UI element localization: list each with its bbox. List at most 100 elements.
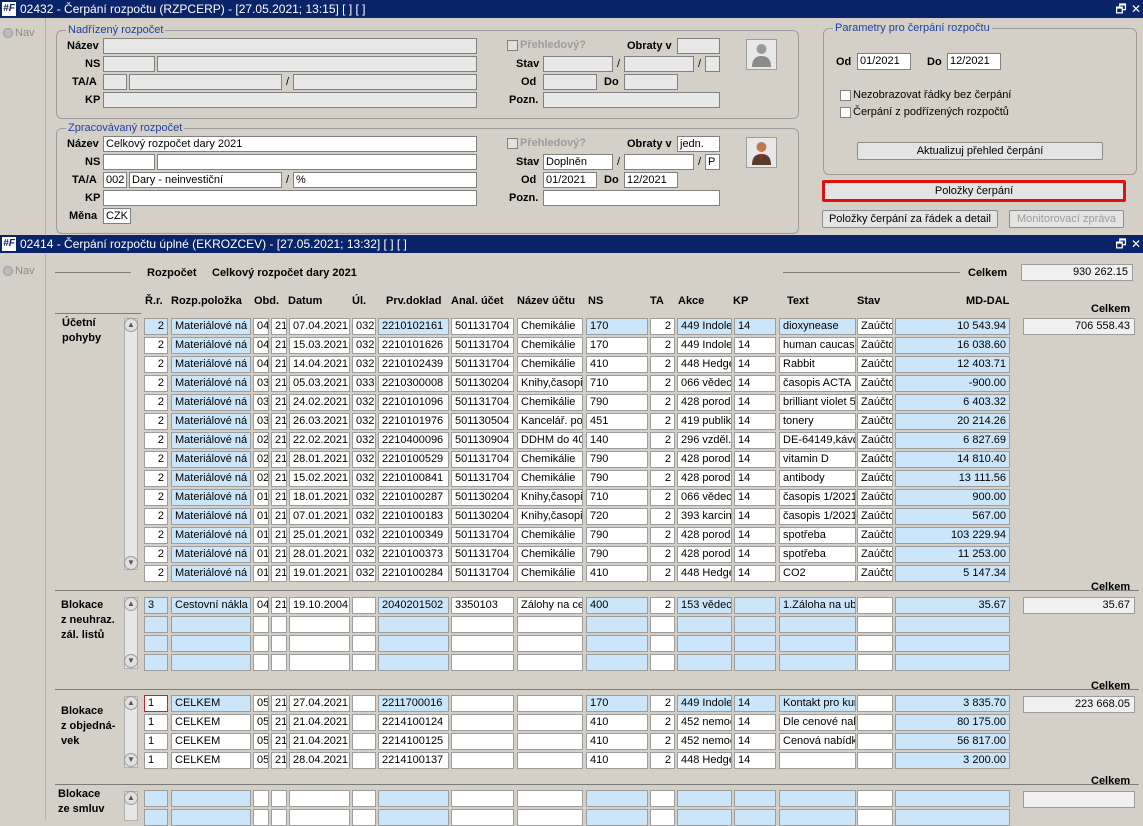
empty-cell-ta[interactable] — [650, 654, 675, 671]
cell-ul[interactable] — [352, 714, 376, 731]
cell-ta[interactable]: 2 — [650, 565, 675, 582]
cell-rok[interactable]: 21 — [271, 597, 287, 614]
cell-md[interactable]: 12 403.71 — [895, 356, 1010, 373]
empty-cell-datum[interactable] — [289, 809, 350, 826]
cell-stav[interactable] — [857, 597, 893, 614]
cell-obd[interactable]: 02 — [253, 432, 269, 449]
cell-ul[interactable]: 032 — [352, 565, 376, 582]
cell-akce[interactable]: 428 porodr — [677, 546, 732, 563]
cell-obd[interactable]: 01 — [253, 489, 269, 506]
cell-prv[interactable]: 2214100124 — [378, 714, 449, 731]
cell-rr[interactable]: 2 — [144, 413, 168, 430]
cell-rozp[interactable]: Materiálové ná — [171, 451, 251, 468]
cell-rozp[interactable]: CELKEM — [171, 733, 251, 750]
cell-kp[interactable]: 14 — [734, 714, 776, 731]
cell-akce[interactable]: 452 nemoc — [677, 733, 732, 750]
cell-nazev[interactable]: Chemikálie — [517, 451, 583, 468]
proc-stav-field[interactable]: Doplněn — [543, 154, 613, 170]
cell-rr[interactable]: 1 — [144, 695, 168, 712]
empty-cell-datum[interactable] — [289, 635, 350, 652]
cell-ns[interactable]: 410 — [586, 565, 648, 582]
cell-rr[interactable]: 2 — [144, 337, 168, 354]
cell-ta[interactable]: 2 — [650, 356, 675, 373]
cell-prv[interactable]: 2040201502 — [378, 597, 449, 614]
cell-rozp[interactable]: Materiálové ná — [171, 356, 251, 373]
cell-akce[interactable]: 448 Hedge — [677, 356, 732, 373]
cell-stav[interactable]: Zaúčto — [857, 337, 893, 354]
empty-cell-stav[interactable] — [857, 635, 893, 652]
cell-obd[interactable]: 05 — [253, 733, 269, 750]
cell-anal[interactable]: 501131704 — [451, 394, 514, 411]
cell-text[interactable]: Kontakt pro kur — [779, 695, 856, 712]
cell-ta[interactable]: 2 — [650, 318, 675, 335]
cell-ns[interactable]: 410 — [586, 733, 648, 750]
empty-cell-anal[interactable] — [451, 654, 514, 671]
cell-datum[interactable]: 07.01.2021 — [289, 508, 350, 525]
cell-text[interactable]: 1.Záloha na ub — [779, 597, 856, 614]
parent-ns-field[interactable] — [103, 56, 155, 72]
empty-cell-akce[interactable] — [677, 654, 732, 671]
empty-cell-rozp[interactable] — [171, 616, 251, 633]
cell-text[interactable]: human caucasi — [779, 337, 856, 354]
cell-datum[interactable]: 15.03.2021 — [289, 337, 350, 354]
proc-ns-name-field[interactable] — [157, 154, 477, 170]
cell-obd[interactable]: 05 — [253, 695, 269, 712]
scroll-up-icon[interactable]: ▲ — [124, 696, 138, 710]
cell-rok[interactable]: 21 — [271, 508, 287, 525]
cell-kp[interactable]: 14 — [734, 470, 776, 487]
cell-rr[interactable]: 2 — [144, 565, 168, 582]
empty-cell-kp[interactable] — [734, 790, 776, 807]
cell-nazev[interactable]: Knihy,časopis — [517, 489, 583, 506]
cell-prv[interactable]: 2210102161 — [378, 318, 449, 335]
empty-cell-rok[interactable] — [271, 635, 287, 652]
cell-rok[interactable]: 21 — [271, 714, 287, 731]
cell-anal[interactable]: 501130204 — [451, 375, 514, 392]
cell-kp[interactable]: 14 — [734, 527, 776, 544]
refresh-overview-button[interactable]: Aktualizuj přehled čerpání — [857, 142, 1103, 160]
cell-text[interactable]: časopis 1/2021 — [779, 508, 856, 525]
cell-ul[interactable] — [352, 752, 376, 769]
cell-prv[interactable]: 2211700016 — [378, 695, 449, 712]
cell-rr[interactable]: 2 — [144, 318, 168, 335]
cell-rozp[interactable]: Materiálové ná — [171, 546, 251, 563]
cell-datum[interactable]: 21.04.2021 — [289, 733, 350, 750]
empty-cell-prv[interactable] — [378, 790, 449, 807]
parent-od-field[interactable] — [543, 74, 597, 90]
cell-md[interactable]: 6 403.32 — [895, 394, 1010, 411]
empty-cell-datum[interactable] — [289, 790, 350, 807]
empty-cell-ul[interactable] — [352, 790, 376, 807]
cell-stav[interactable]: Zaúčto — [857, 508, 893, 525]
empty-cell-rozp[interactable] — [171, 809, 251, 826]
cell-md[interactable]: 103 229.94 — [895, 527, 1010, 544]
cell-anal[interactable]: 501131704 — [451, 451, 514, 468]
cell-stav[interactable]: Zaúčto — [857, 565, 893, 582]
proc-obraty-field[interactable]: jedn. — [677, 136, 720, 152]
cell-rok[interactable]: 21 — [271, 527, 287, 544]
cell-obd[interactable]: 04 — [253, 337, 269, 354]
cell-rozp[interactable]: CELKEM — [171, 695, 251, 712]
cell-kp[interactable]: 14 — [734, 451, 776, 468]
cell-stav[interactable] — [857, 695, 893, 712]
empty-cell-stav[interactable] — [857, 790, 893, 807]
parent-kp-field[interactable] — [103, 92, 477, 108]
empty-cell-text[interactable] — [779, 809, 856, 826]
proc-od-field[interactable]: 01/2021 — [543, 172, 597, 188]
parent-a-field[interactable] — [129, 74, 282, 90]
cell-kp[interactable]: 14 — [734, 337, 776, 354]
empty-cell-ns[interactable] — [586, 809, 648, 826]
cell-akce[interactable]: 449 Indolea — [677, 695, 732, 712]
cell-kp[interactable]: 14 — [734, 546, 776, 563]
empty-cell-akce[interactable] — [677, 790, 732, 807]
cell-datum[interactable]: 24.02.2021 — [289, 394, 350, 411]
parent-a2-field[interactable] — [293, 74, 477, 90]
proc-ta-field[interactable]: 002 — [103, 172, 127, 188]
cell-rr[interactable]: 2 — [144, 394, 168, 411]
cell-md[interactable]: 16 038.60 — [895, 337, 1010, 354]
cell-ns[interactable]: 720 — [586, 508, 648, 525]
empty-cell-nazev[interactable] — [517, 654, 583, 671]
empty-cell-rok[interactable] — [271, 616, 287, 633]
cell-obd[interactable]: 02 — [253, 470, 269, 487]
polozky-detail-button[interactable]: Položky čerpání za řádek a detail — [822, 210, 998, 228]
cell-nazev[interactable]: Knihy,časopis — [517, 375, 583, 392]
cell-anal[interactable]: 501131704 — [451, 337, 514, 354]
